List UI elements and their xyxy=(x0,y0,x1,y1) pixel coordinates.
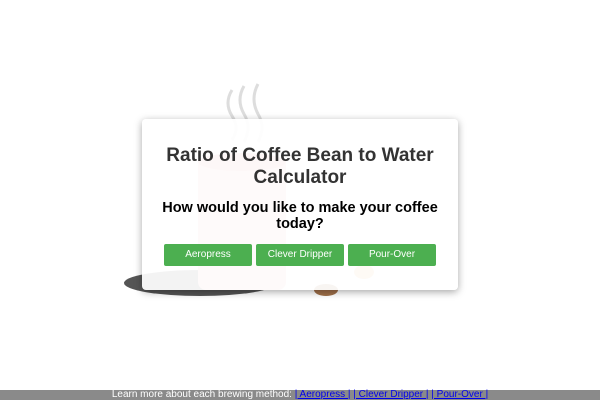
page: Ratio of Coffee Bean to Water Calculator… xyxy=(0,0,600,400)
pour-over-button[interactable]: Pour-Over xyxy=(348,244,436,266)
footer-link-pour-over[interactable]: | Pour-Over | xyxy=(431,389,488,400)
brew-method-buttons: Aeropress Clever Dripper Pour-Over xyxy=(164,244,436,266)
footer-bar: Learn more about each brewing method: | … xyxy=(0,390,600,400)
aeropress-button[interactable]: Aeropress xyxy=(164,244,252,266)
footer-intro-text: Learn more about each brewing method: xyxy=(111,389,292,400)
calculator-card: Ratio of Coffee Bean to Water Calculator… xyxy=(142,119,458,290)
clever-dripper-button[interactable]: Clever Dripper xyxy=(256,244,344,266)
footer-link-aeropress[interactable]: | Aeropress | xyxy=(295,389,351,400)
page-title: Ratio of Coffee Bean to Water Calculator xyxy=(166,145,434,188)
brew-method-question: How would you like to make your coffee t… xyxy=(162,200,438,232)
footer-link-clever-dripper[interactable]: | Clever Dripper | xyxy=(353,389,428,400)
